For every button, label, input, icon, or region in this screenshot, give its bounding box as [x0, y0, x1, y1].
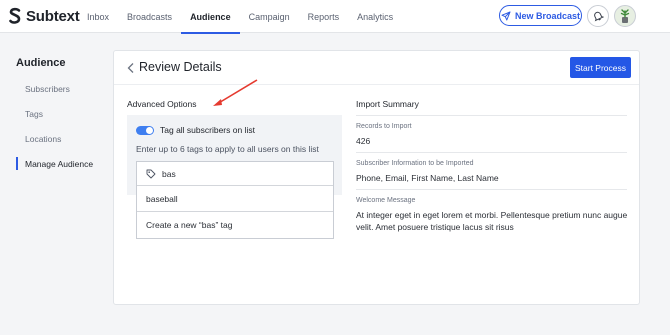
avatar[interactable] — [614, 5, 636, 27]
tag-icon — [146, 169, 156, 178]
send-icon — [501, 11, 511, 20]
records-label: Records to Import — [356, 123, 412, 130]
start-process-button[interactable]: Start Process — [570, 57, 631, 78]
sidebar-item-locations[interactable]: Locations — [25, 134, 61, 144]
sidebar-item-subscribers[interactable]: Subscribers — [25, 84, 70, 94]
annotation-arrow-icon — [213, 79, 258, 106]
nav-analytics[interactable]: Analytics — [348, 0, 402, 33]
sidebar-title: Audience — [16, 57, 66, 69]
summary-divider — [356, 115, 627, 116]
review-details-card: Review Details Start Process Advanced Op… — [113, 50, 640, 305]
notifications-button[interactable] — [587, 5, 609, 27]
new-broadcast-button[interactable]: New Broadcast — [499, 5, 582, 26]
summary-divider — [356, 189, 627, 190]
logo[interactable]: Subtext — [8, 6, 80, 26]
top-nav: Subtext Inbox Broadcasts Audience Campai… — [0, 0, 670, 34]
main-nav: Inbox Broadcasts Audience Campaign Repor… — [78, 0, 402, 34]
tag-input-value: bas — [162, 168, 176, 179]
subtext-logo-icon — [9, 7, 21, 24]
records-value: 426 — [356, 136, 371, 146]
sidebar-active-indicator — [16, 157, 18, 170]
tag-input[interactable]: bas — [137, 162, 333, 186]
welcome-message-value: At integer eget in eget lorem et morbi. … — [356, 210, 628, 232]
sidebar-item-manage-audience[interactable]: Manage Audience — [25, 159, 93, 169]
page-title: Review Details — [139, 60, 222, 74]
import-summary-title: Import Summary — [356, 99, 419, 109]
summary-divider — [356, 152, 627, 153]
nav-reports[interactable]: Reports — [299, 0, 349, 33]
tag-hint: Enter up to 6 tags to apply to all users… — [136, 144, 319, 154]
header-divider — [114, 84, 639, 85]
welcome-message-label: Welcome Message — [356, 197, 416, 204]
advanced-options-title: Advanced Options — [127, 99, 197, 109]
subscriber-info-label: Subscriber Information to be Imported — [356, 160, 474, 167]
subscriber-info-value: Phone, Email, First Name, Last Name — [356, 173, 499, 183]
sidebar-item-tags[interactable]: Tags — [25, 109, 43, 119]
nav-audience[interactable]: Audience — [181, 0, 240, 34]
tag-suggestion-baseball[interactable]: baseball — [137, 186, 333, 212]
create-tag-option[interactable]: Create a new “bas” tag — [137, 212, 333, 238]
nav-inbox[interactable]: Inbox — [78, 0, 118, 33]
tag-dropdown: bas baseball Create a new “bas” tag — [136, 161, 334, 239]
new-broadcast-label: New Broadcast — [514, 10, 581, 21]
bell-icon — [594, 11, 604, 22]
nav-campaign[interactable]: Campaign — [240, 0, 299, 33]
plant-avatar-icon — [620, 9, 630, 23]
nav-broadcasts[interactable]: Broadcasts — [118, 0, 181, 33]
tag-all-toggle[interactable] — [136, 126, 154, 135]
brand-name: Subtext — [26, 7, 80, 25]
back-chevron-icon[interactable] — [126, 62, 136, 74]
tag-all-label: Tag all subscribers on list — [160, 125, 255, 135]
